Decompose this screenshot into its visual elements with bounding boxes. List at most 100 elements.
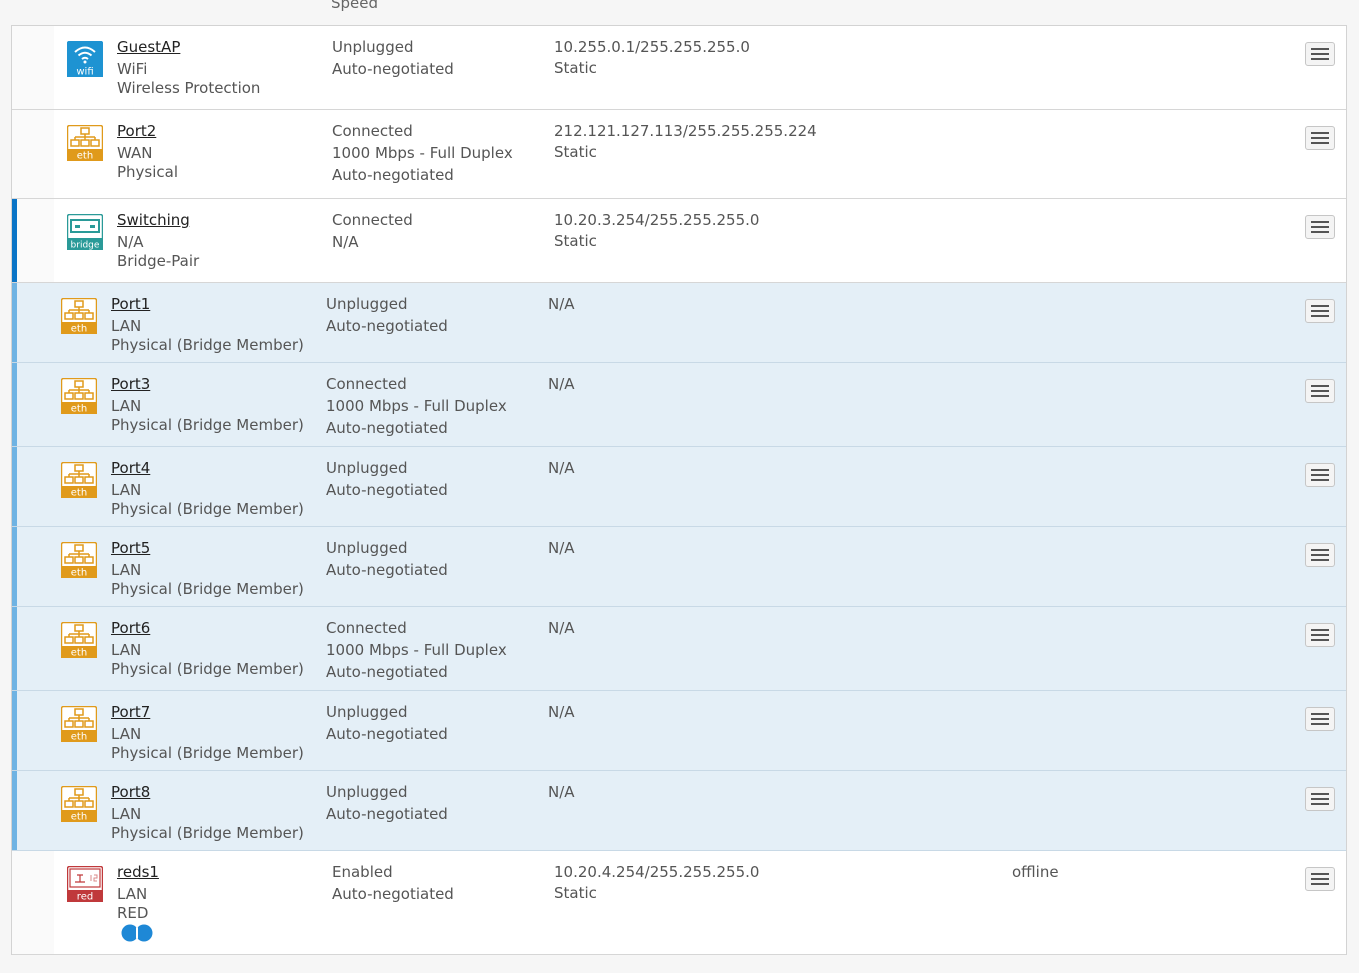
- interface-status-line: Auto-negotiated: [332, 885, 454, 903]
- interface-name-link[interactable]: Port4: [111, 459, 150, 477]
- interface-ip-line: 10.255.0.1/255.255.255.0: [554, 38, 750, 56]
- interface-name-link[interactable]: Port6: [111, 619, 150, 637]
- interface-status-line: Enabled: [332, 863, 393, 881]
- row-gutter: [12, 771, 54, 850]
- ethernet-icon: eth: [60, 461, 98, 499]
- interface-connection-state: offline: [1012, 863, 1059, 881]
- interface-type: Physical (Bridge Member): [111, 580, 304, 598]
- svg-text:eth: eth: [71, 812, 87, 823]
- interface-type: Physical (Bridge Member): [111, 824, 304, 842]
- svg-text:eth: eth: [71, 324, 87, 335]
- interface-name-link[interactable]: Port2: [117, 122, 156, 140]
- row-gutter: [12, 447, 54, 526]
- row-gutter: [12, 607, 54, 690]
- interface-type: Bridge-Pair: [117, 252, 200, 270]
- interface-type: Physical (Bridge Member): [111, 416, 304, 434]
- red-icon: red: [66, 865, 104, 903]
- interface-zone: LAN: [111, 481, 142, 499]
- interface-zone: LAN: [117, 885, 148, 903]
- bridge-member-indicator-bar: [12, 771, 17, 850]
- interface-type: Physical (Bridge Member): [111, 500, 304, 518]
- interface-status-line: Connected: [326, 375, 407, 393]
- interface-zone: LAN: [111, 641, 142, 659]
- interface-row-port5: eth Port5 LAN Physical (Bridge Member) Unplu…: [12, 527, 1346, 607]
- interface-row-port3: eth Port3 LAN Physical (Bridge Member) Conne…: [12, 363, 1346, 447]
- interface-status-line: 1000 Mbps - Full Duplex: [332, 144, 513, 162]
- row-menu-icon[interactable]: [1305, 379, 1335, 403]
- row-menu-icon[interactable]: [1305, 707, 1335, 731]
- interface-status-line: Unplugged: [326, 783, 408, 801]
- interface-ip-line: N/A: [548, 375, 575, 393]
- interface-ip-line: Static: [554, 232, 597, 250]
- svg-text:eth: eth: [71, 488, 87, 499]
- interface-ip-line: N/A: [548, 539, 575, 557]
- interface-row-port6: eth Port6 LAN Physical (Bridge Member) Conne…: [12, 607, 1346, 691]
- row-menu-icon[interactable]: [1305, 867, 1335, 891]
- interface-status-line: Auto-negotiated: [332, 166, 454, 184]
- interface-zone: LAN: [111, 561, 142, 579]
- interface-name-link[interactable]: GuestAP: [117, 38, 180, 56]
- row-gutter: [12, 199, 54, 282]
- interface-row-guestap: wifi GuestAP WiFi Wireless Protection Unplug…: [12, 26, 1346, 110]
- interface-type: Wireless Protection: [117, 79, 261, 97]
- interface-status-line: Auto-negotiated: [326, 561, 448, 579]
- bridge-member-indicator-bar: [12, 363, 17, 446]
- row-gutter: [12, 363, 54, 446]
- interface-row-reds1: red reds1 LAN RED Enabled Auto-negotiated 10.2…: [12, 851, 1346, 955]
- interface-status-line: Unplugged: [326, 539, 408, 557]
- row-menu-icon[interactable]: [1305, 787, 1335, 811]
- interface-zone: LAN: [111, 805, 142, 823]
- interfaces-table: wifi GuestAP WiFi Wireless Protection Unplug…: [11, 25, 1347, 955]
- interface-zone: WiFi: [117, 60, 148, 78]
- interface-row-port1: eth Port1 LAN Physical (Bridge Member) Unplu…: [12, 283, 1346, 363]
- row-menu-icon[interactable]: [1305, 126, 1335, 150]
- interface-ip-line: Static: [554, 884, 597, 902]
- interface-name-link[interactable]: Port7: [111, 703, 150, 721]
- row-menu-icon[interactable]: [1305, 299, 1335, 323]
- ethernet-icon: eth: [60, 377, 98, 415]
- svg-text:red: red: [77, 892, 93, 903]
- ethernet-icon: eth: [60, 785, 98, 823]
- interface-ip-line: Static: [554, 59, 597, 77]
- bridge-indicator-bar: [12, 199, 17, 282]
- row-menu-icon[interactable]: [1305, 463, 1335, 487]
- interface-ip-line: N/A: [548, 295, 575, 313]
- interface-status-line: Auto-negotiated: [326, 317, 448, 335]
- interface-ip-line: 10.20.4.254/255.255.255.0: [554, 863, 760, 881]
- svg-text:eth: eth: [71, 568, 87, 579]
- row-gutter: [12, 527, 54, 606]
- interface-name-link[interactable]: Port8: [111, 783, 150, 801]
- ethernet-icon: eth: [66, 124, 104, 162]
- row-menu-icon[interactable]: [1305, 215, 1335, 239]
- interface-name-link[interactable]: Port1: [111, 295, 150, 313]
- interface-status-line: N/A: [332, 233, 359, 251]
- interface-status-line: Auto-negotiated: [326, 663, 448, 681]
- svg-text:wifi: wifi: [76, 67, 93, 78]
- interface-type: Physical (Bridge Member): [111, 660, 304, 678]
- interface-row-port4: eth Port4 LAN Physical (Bridge Member) Unplu…: [12, 447, 1346, 527]
- bridge-member-indicator-bar: [12, 691, 17, 770]
- column-header-speed: Speed: [331, 0, 379, 12]
- interface-zone: LAN: [111, 317, 142, 335]
- interface-status-line: Unplugged: [332, 38, 414, 56]
- interface-ip-line: N/A: [548, 783, 575, 801]
- interface-status-line: Auto-negotiated: [332, 60, 454, 78]
- interface-name-link[interactable]: Port3: [111, 375, 150, 393]
- interface-name-link[interactable]: Port5: [111, 539, 150, 557]
- wifi-icon: wifi: [66, 40, 104, 78]
- interface-type: RED: [117, 904, 149, 922]
- interface-type: Physical (Bridge Member): [111, 744, 304, 762]
- ethernet-icon: eth: [60, 297, 98, 335]
- interface-type: Physical (Bridge Member): [111, 336, 304, 354]
- svg-text:eth: eth: [71, 404, 87, 415]
- interface-name-link[interactable]: reds1: [117, 863, 159, 881]
- row-menu-icon[interactable]: [1305, 42, 1335, 66]
- row-menu-icon[interactable]: [1305, 543, 1335, 567]
- svg-text:eth: eth: [77, 151, 93, 162]
- interface-name-link[interactable]: Switching: [117, 211, 190, 229]
- ethernet-icon: eth: [60, 541, 98, 579]
- interface-status-line: Connected: [332, 122, 413, 140]
- row-menu-icon[interactable]: [1305, 623, 1335, 647]
- interface-status-line: Connected: [332, 211, 413, 229]
- row-gutter: [12, 110, 54, 198]
